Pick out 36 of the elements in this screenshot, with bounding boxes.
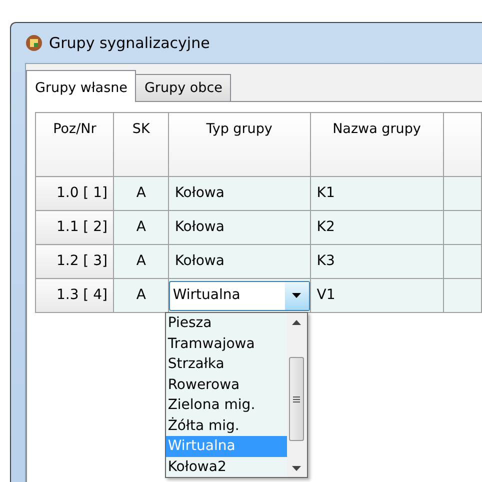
dropdown-item[interactable]: Zielona mig. xyxy=(166,395,287,416)
dropdown-item[interactable]: Żółta mig. xyxy=(166,416,287,436)
table-cell: A xyxy=(114,176,168,210)
table-cell: A xyxy=(114,278,168,312)
column-header[interactable]: Poz/Nr xyxy=(36,112,114,176)
table-cell: Kołowa xyxy=(168,244,310,278)
column-header[interactable]: SK xyxy=(114,112,168,176)
table-cell: K3 xyxy=(310,244,444,278)
table-cell: A xyxy=(114,244,168,278)
column-header[interactable]: Nazwa grupy xyxy=(310,112,444,176)
scroll-up-icon[interactable] xyxy=(292,320,302,324)
row-header[interactable]: 1.0 [ 1] xyxy=(36,176,114,210)
table-cell: K2 xyxy=(310,210,444,244)
type-combobox[interactable]: Wirtualna xyxy=(168,280,310,310)
scrollbar[interactable] xyxy=(286,313,307,477)
table-cell: Kołowa xyxy=(168,176,310,210)
table-cell: A xyxy=(114,210,168,244)
tab[interactable]: Grupy obce xyxy=(135,74,232,101)
dropdown-item[interactable]: Piesza xyxy=(166,313,287,334)
dropdown-item[interactable]: Strzałka xyxy=(166,354,287,374)
dropdown-item[interactable]: Rowerowa xyxy=(166,374,287,395)
window-title: Grupy sygnalizacyjne xyxy=(49,32,210,54)
row-header[interactable]: 1.2 [ 3] xyxy=(36,244,114,278)
app-icon xyxy=(25,34,43,52)
tab[interactable]: Grupy własne xyxy=(26,70,136,102)
row-header[interactable]: 1.1 [ 2] xyxy=(36,210,114,244)
column-header[interactable]: Typ grupy xyxy=(168,112,310,176)
table-cell: K1 xyxy=(310,176,444,210)
scroll-down-icon[interactable] xyxy=(292,466,302,470)
grip-icon xyxy=(293,396,300,402)
table-cell: Kołowa xyxy=(168,210,310,244)
dropdown-item[interactable]: Tramwajowa xyxy=(166,334,287,354)
caret-icon xyxy=(292,293,302,298)
row-header[interactable]: 1.3 [ 4] xyxy=(36,278,114,312)
table-cell: V1 xyxy=(310,278,444,312)
dropdown-item[interactable]: Kołowa2 xyxy=(166,456,287,477)
